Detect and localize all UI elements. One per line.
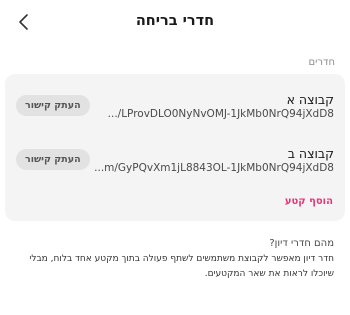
rooms-card: קבוצה א .../LProvDLO0NyNvOMJ-1JkMb0NrQ94… bbox=[5, 74, 345, 221]
room-row: קבוצה א .../LProvDLO0NyNvOMJ-1JkMb0NrQ94… bbox=[5, 92, 345, 122]
room-row: קבוצה ב ...m/GyPQvXm1jL8843OL-1JkMb0NrQ9… bbox=[5, 146, 345, 176]
info-description: חדר דיון מאפשר לקבוצת משתמשים לשתף פעולה… bbox=[29, 254, 334, 279]
header: חדרי בריחה bbox=[0, 0, 350, 44]
add-section-button[interactable]: הוסף קטע bbox=[285, 196, 333, 207]
page-title: חדרי בריחה bbox=[135, 13, 215, 29]
rooms-section-label: חדרים bbox=[308, 57, 335, 68]
room-link: .../LProvDLO0NyNvOMJ-1JkMb0NrQ94jXdD8 bbox=[107, 108, 334, 120]
room-name: קבוצה ב bbox=[287, 146, 334, 161]
copy-link-button[interactable]: העתק קישור bbox=[16, 95, 90, 116]
copy-link-button[interactable]: העתק קישור bbox=[16, 149, 90, 170]
room-name: קבוצה א bbox=[286, 92, 334, 107]
room-link: ...m/GyPQvXm1jL8843OL-1JkMb0NrQ94jXdD8 bbox=[94, 162, 334, 174]
info-title: מהם חדרי דיון? bbox=[269, 238, 334, 249]
